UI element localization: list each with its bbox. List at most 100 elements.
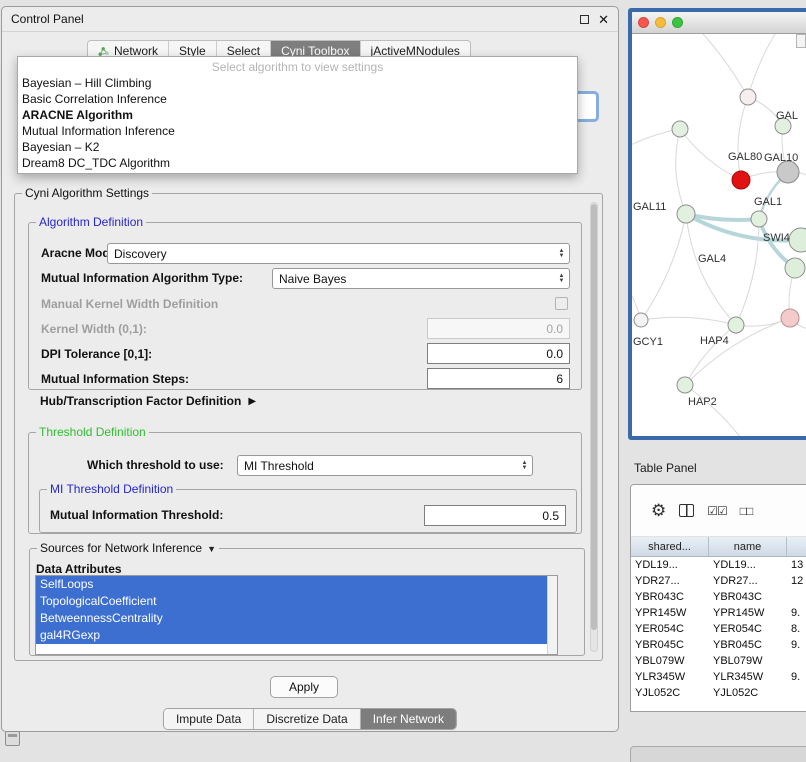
table-row[interactable]: YPR145WYPR145W9. bbox=[631, 605, 806, 621]
mi-steps-field[interactable]: 6 bbox=[427, 368, 570, 389]
scrollbar-thumb[interactable] bbox=[591, 204, 597, 630]
table-row[interactable]: YDL19...YDL19...13 bbox=[631, 557, 806, 573]
table-column-header[interactable]: name bbox=[709, 537, 787, 556]
mi-threshold-label: Mutual Information Threshold: bbox=[50, 508, 223, 523]
apply-button[interactable]: Apply bbox=[270, 676, 338, 698]
table-row[interactable]: YBR043CYBR043C bbox=[631, 589, 806, 605]
network-edge bbox=[685, 325, 736, 385]
table-row[interactable]: YJL052CYJL052C bbox=[631, 685, 806, 701]
network-node[interactable] bbox=[732, 171, 750, 189]
attributes-scrollbar[interactable] bbox=[547, 576, 557, 654]
table-cell: 9. bbox=[787, 671, 806, 683]
algorithm-dropdown-popup: Select algorithm to view settings Bayesi… bbox=[17, 56, 578, 174]
network-node-label: HAP4 bbox=[700, 335, 729, 347]
minimize-window-icon[interactable] bbox=[655, 17, 666, 28]
table-cell: YBR043C bbox=[709, 591, 787, 603]
mi-algorithm-type-select[interactable]: Naive Bayes ▲▼ bbox=[272, 268, 570, 289]
kernel-width-field[interactable]: 0.0 bbox=[427, 318, 570, 339]
mi-algorithm-type-value: Naive Bayes bbox=[273, 272, 554, 286]
manual-kernel-width-label: Manual Kernel Width Definition bbox=[41, 297, 218, 312]
network-canvas[interactable]: GALGAL80GAL10GAL11GAL1SWI4GAL4GCY1HAP4HA… bbox=[632, 34, 806, 436]
algorithm-option-basic-correlation-inference[interactable]: Basic Correlation Inference bbox=[18, 91, 577, 107]
attribute-item-betweennesscentrality[interactable]: BetweennessCentrality bbox=[36, 610, 547, 627]
network-edge bbox=[738, 97, 748, 180]
mi-threshold-field[interactable]: 0.5 bbox=[424, 505, 566, 526]
bottom-tab-infer-network[interactable]: Infer Network bbox=[361, 709, 456, 729]
network-node[interactable] bbox=[634, 313, 648, 327]
network-node[interactable] bbox=[677, 377, 693, 393]
table-cell: 9. bbox=[787, 639, 806, 651]
float-panel-icon[interactable] bbox=[580, 15, 589, 24]
combo-arrows-icon: ▲▼ bbox=[554, 249, 569, 259]
gear-icon[interactable]: ⚙ bbox=[651, 501, 666, 521]
settings-scrollbar[interactable] bbox=[590, 202, 598, 652]
network-node[interactable] bbox=[781, 309, 799, 327]
network-node[interactable] bbox=[672, 121, 688, 137]
aracne-mode-select[interactable]: Discovery ▲▼ bbox=[107, 243, 570, 264]
network-node[interactable] bbox=[789, 228, 806, 252]
manual-kernel-width-checkbox[interactable] bbox=[555, 297, 568, 310]
aracne-mode-value: Discovery bbox=[108, 247, 554, 261]
table-cell: 9. bbox=[787, 607, 806, 619]
table-cell: YER054C bbox=[631, 623, 709, 635]
hub-definition-section[interactable]: Hub/Transcription Factor Definition ▶ bbox=[40, 394, 256, 408]
cyni-settings-group-title: Cyni Algorithm Settings bbox=[22, 186, 152, 201]
zoom-window-icon[interactable] bbox=[672, 17, 683, 28]
table-row[interactable]: YDR27...YDR27...12 bbox=[631, 573, 806, 589]
combo-arrows-icon: ▲▼ bbox=[517, 461, 532, 471]
dpi-tolerance-field[interactable]: 0.0 bbox=[427, 343, 570, 364]
threshold-definition-group: Threshold Definition Which threshold to … bbox=[28, 432, 582, 534]
table-row[interactable]: YLR345WYLR345W9. bbox=[631, 669, 806, 685]
algorithm-option-mutual-information-inference[interactable]: Mutual Information Inference bbox=[18, 123, 577, 139]
network-node-label: GAL bbox=[776, 110, 798, 122]
expand-arrow-icon[interactable]: ▶ bbox=[248, 396, 256, 407]
mi-threshold-group: MI Threshold Definition Mutual Informati… bbox=[39, 489, 577, 533]
bottom-tab-impute-data[interactable]: Impute Data bbox=[164, 709, 254, 729]
collapsed-panel-bar[interactable] bbox=[630, 746, 806, 762]
data-attributes-list[interactable]: SelfLoopsTopologicalCoefficientBetweenne… bbox=[35, 575, 558, 655]
sources-section-header[interactable]: Sources for Network Inference▼ bbox=[37, 541, 219, 557]
attribute-item-topologicalcoefficient[interactable]: TopologicalCoefficient bbox=[36, 593, 547, 610]
network-node-label: GAL4 bbox=[698, 253, 726, 265]
algorithm-option-bayesian-hill-climbing[interactable]: Bayesian – Hill Climbing bbox=[18, 75, 577, 91]
table-header-row: shared...name bbox=[631, 537, 806, 557]
collapse-arrow-icon[interactable]: ▼ bbox=[207, 544, 216, 554]
network-node[interactable] bbox=[728, 317, 744, 333]
close-window-icon[interactable] bbox=[638, 17, 649, 28]
table-row[interactable]: YBR045CYBR045C9. bbox=[631, 637, 806, 653]
network-node[interactable] bbox=[751, 211, 767, 227]
bottom-tab-discretize-data[interactable]: Discretize Data bbox=[254, 709, 360, 729]
table-column-header[interactable]: shared... bbox=[631, 537, 709, 556]
select-all-icon[interactable]: ☑☑ bbox=[707, 504, 727, 518]
close-panel-icon[interactable]: ✕ bbox=[598, 13, 609, 26]
which-threshold-value: MI Threshold bbox=[238, 459, 517, 473]
network-scrollbar[interactable] bbox=[796, 34, 806, 48]
combo-arrows-icon: ▲▼ bbox=[554, 274, 569, 284]
table-cell: YPR145W bbox=[709, 607, 787, 619]
algorithm-option-dream8-dc-tdc-algorithm[interactable]: Dream8 DC_TDC Algorithm bbox=[18, 155, 577, 171]
algorithm-option-aracne-algorithm[interactable]: ARACNE Algorithm bbox=[18, 107, 577, 123]
table-cell: YDR27... bbox=[709, 575, 787, 587]
network-node[interactable] bbox=[785, 258, 805, 278]
algorithm-option-bayesian-k2[interactable]: Bayesian – K2 bbox=[18, 139, 577, 155]
table-row[interactable]: YBL079WYBL079W bbox=[631, 653, 806, 669]
columns-icon[interactable] bbox=[679, 504, 694, 517]
table-column-header[interactable] bbox=[787, 537, 806, 556]
network-edge bbox=[685, 385, 750, 436]
network-icon bbox=[98, 46, 109, 57]
network-node[interactable] bbox=[677, 205, 695, 223]
table-body: YDL19...YDL19...13YDR27...YDR27...12YBR0… bbox=[631, 557, 806, 701]
network-window-titlebar[interactable] bbox=[632, 12, 806, 34]
deselect-all-icon[interactable]: □□ bbox=[740, 504, 753, 518]
table-row[interactable]: YER054CYER054C8. bbox=[631, 621, 806, 637]
dropdown-placeholder: Select algorithm to view settings bbox=[18, 59, 577, 75]
attribute-item-selfloops[interactable]: SelfLoops bbox=[36, 576, 547, 593]
which-threshold-select[interactable]: MI Threshold ▲▼ bbox=[237, 455, 533, 476]
attribute-item-gal4rgexp[interactable]: gal4RGexp bbox=[36, 627, 547, 644]
restore-panel-icon[interactable] bbox=[5, 731, 20, 746]
network-canvas-svg: GALGAL80GAL10GAL11GAL1SWI4GAL4GCY1HAP4HA… bbox=[632, 34, 806, 436]
network-node[interactable] bbox=[740, 89, 756, 105]
network-node-label: SWI4 bbox=[763, 232, 790, 244]
network-node[interactable] bbox=[777, 161, 799, 183]
table-cell: YDL19... bbox=[709, 559, 787, 571]
